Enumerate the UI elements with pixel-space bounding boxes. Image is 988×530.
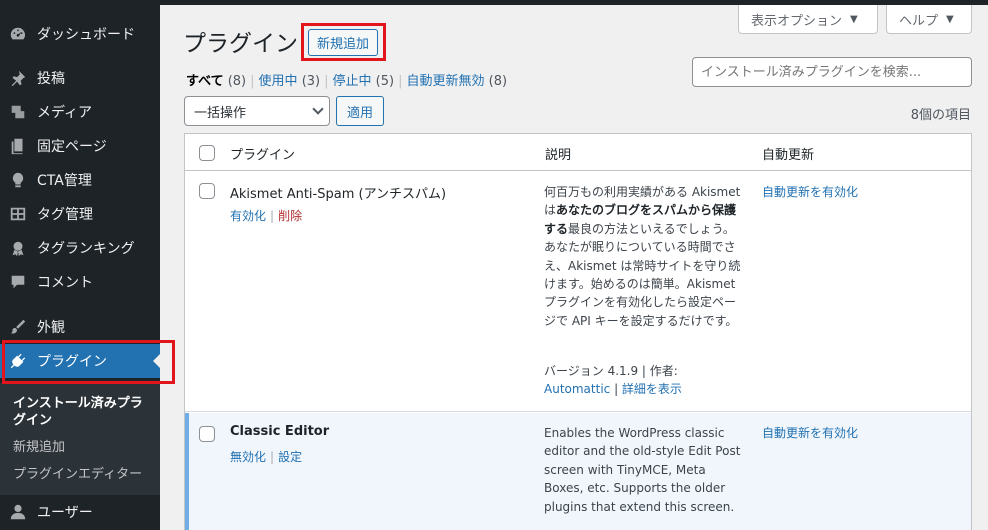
row-actions: 有効化 | 削除 bbox=[230, 207, 302, 224]
separator: | bbox=[250, 74, 255, 89]
status-filters: すべて (8) | 使用中 (3) | 停止中 (5) | 自動更新無効 (8) bbox=[186, 70, 507, 89]
table-row: Classic Editor 無効化 | 設定 Enables the WordPr… bbox=[185, 413, 971, 530]
separator: | bbox=[270, 450, 275, 464]
activate-link[interactable]: 有効化 bbox=[230, 209, 266, 223]
settings-link[interactable]: 設定 bbox=[278, 450, 302, 464]
brush-icon bbox=[8, 317, 28, 337]
page-title: プラグイン bbox=[183, 31, 298, 57]
comment-icon bbox=[8, 272, 28, 292]
row-checkbox[interactable] bbox=[199, 183, 215, 199]
author-link[interactable]: Automattic bbox=[544, 382, 610, 396]
enable-auto-update-link[interactable]: 自動更新を有効化 bbox=[762, 183, 858, 200]
user-icon bbox=[8, 502, 28, 522]
sidebar-item-label: ダッシュボード bbox=[37, 27, 135, 43]
sidebar-item-cta[interactable]: CTA管理 bbox=[0, 163, 160, 197]
active-indicator bbox=[153, 353, 161, 369]
sidebar-item-users[interactable]: ユーザー bbox=[0, 495, 160, 529]
filter-active[interactable]: 使用中 bbox=[259, 74, 298, 89]
sidebar-item-label: メディア bbox=[37, 105, 93, 121]
submenu-item-add-new[interactable]: 新規追加 bbox=[13, 439, 148, 456]
plugin-name: Classic Editor bbox=[230, 424, 330, 439]
sidebar-item-label: 固定ページ bbox=[37, 139, 107, 155]
sidebar-item-tag-ranking[interactable]: タグランキング bbox=[0, 231, 160, 265]
sidebar-item-label: コメント bbox=[37, 275, 93, 291]
plugin-description: 何百万もの利用実績がある Akismet はあなたのブログをスパムから保護する最… bbox=[544, 183, 744, 330]
apply-button[interactable]: 適用 bbox=[336, 96, 385, 126]
filter-count: (8) bbox=[488, 74, 508, 89]
description-text: 最良の方法といえるでしょう。あなたが眠りについている時間でさえ、Akismet … bbox=[544, 221, 741, 328]
sidebar-item-plugins[interactable]: プラグイン bbox=[0, 344, 161, 378]
plug-icon bbox=[8, 351, 28, 371]
filter-auto-update-disabled[interactable]: 自動更新無効 bbox=[406, 74, 484, 89]
sidebar-item-appearance[interactable]: 外観 bbox=[0, 310, 160, 344]
plugins-submenu: インストール済みプラグイン 新規追加 プラグインエディター bbox=[0, 383, 160, 495]
admin-sidebar: ダッシュボード 投稿 メディア 固定ページ CTA管理 タグ管理 タグランキング… bbox=[0, 5, 161, 530]
delete-link[interactable]: 削除 bbox=[278, 209, 302, 223]
sidebar-item-posts[interactable]: 投稿 bbox=[0, 61, 160, 95]
submenu-item-plugin-editor[interactable]: プラグインエディター bbox=[13, 466, 148, 483]
row-actions: 無効化 | 設定 bbox=[230, 448, 302, 465]
media-icon bbox=[8, 102, 28, 122]
sidebar-item-dashboard[interactable]: ダッシュボード bbox=[0, 17, 160, 51]
separator: | bbox=[270, 209, 275, 223]
help-button[interactable]: ヘルプ ▼ bbox=[886, 5, 972, 34]
help-label: ヘルプ bbox=[899, 13, 939, 29]
award-icon bbox=[8, 238, 28, 258]
plugin-meta: バージョン 4.1.9 | 作者: Automattic | 詳細を表示 bbox=[544, 362, 744, 399]
sidebar-item-pages[interactable]: 固定ページ bbox=[0, 129, 160, 163]
pin-icon bbox=[8, 68, 28, 88]
view-details-link[interactable]: 詳細を表示 bbox=[622, 382, 682, 396]
filter-count: (3) bbox=[301, 74, 321, 89]
sidebar-item-label: ユーザー bbox=[37, 505, 93, 521]
add-new-button[interactable]: 新規追加 bbox=[308, 29, 379, 56]
select-all-checkbox[interactable] bbox=[199, 145, 215, 161]
screen-options-label: 表示オプション bbox=[751, 13, 843, 29]
screen-options-button[interactable]: 表示オプション ▼ bbox=[738, 5, 878, 34]
sidebar-item-tags[interactable]: タグ管理 bbox=[0, 197, 160, 231]
submenu-item-installed-plugins[interactable]: インストール済みプラグイン bbox=[13, 395, 148, 429]
table-row: Akismet Anti-Spam (アンチスパム) 有効化 | 削除 何百万もの利… bbox=[185, 172, 971, 412]
page-icon bbox=[8, 136, 28, 156]
column-header-description: 説明 bbox=[545, 148, 572, 163]
sidebar-item-label: タグランキング bbox=[37, 241, 135, 257]
table-header: プラグイン 説明 自動更新 bbox=[185, 134, 971, 171]
column-header-plugin: プラグイン bbox=[230, 148, 296, 163]
deactivate-link[interactable]: 無効化 bbox=[230, 450, 266, 464]
filter-all[interactable]: すべて bbox=[186, 74, 224, 89]
caret-down-icon: ▼ bbox=[850, 13, 858, 25]
lightbulb-icon bbox=[8, 170, 28, 190]
sidebar-item-media[interactable]: メディア bbox=[0, 95, 160, 129]
item-count: 8個の項目 bbox=[910, 108, 971, 123]
plugin-name: Akismet Anti-Spam (アンチスパム) bbox=[230, 187, 447, 202]
plugins-table: プラグイン 説明 自動更新 Akismet Anti-Spam (アンチスパム)… bbox=[184, 133, 972, 530]
sidebar-item-label: 投稿 bbox=[37, 71, 65, 87]
chevron-down-icon bbox=[312, 103, 324, 115]
column-header-auto-update: 自動更新 bbox=[762, 148, 815, 163]
caret-down-icon: ▼ bbox=[946, 13, 954, 25]
sidebar-item-label: 外観 bbox=[37, 320, 65, 336]
grid-icon bbox=[8, 204, 28, 224]
bulk-action-value: 一括操作 bbox=[194, 105, 247, 121]
sidebar-item-comments[interactable]: コメント bbox=[0, 265, 160, 299]
sidebar-item-label: タグ管理 bbox=[37, 207, 93, 223]
version-text: バージョン 4.1.9 | 作者: bbox=[544, 364, 678, 378]
plugin-description: Enables the WordPress classic editor and… bbox=[544, 426, 741, 514]
sidebar-item-label: CTA管理 bbox=[37, 173, 92, 189]
separator: | bbox=[398, 74, 403, 89]
separator: | bbox=[324, 74, 329, 89]
row-checkbox[interactable] bbox=[199, 426, 215, 442]
plugin-search-input[interactable] bbox=[692, 57, 972, 87]
filter-inactive[interactable]: 停止中 bbox=[333, 74, 372, 89]
separator: | bbox=[610, 382, 622, 397]
bulk-action-select[interactable]: 一括操作 bbox=[184, 96, 330, 126]
dashboard-icon bbox=[8, 24, 28, 44]
sidebar-item-label: プラグイン bbox=[37, 354, 107, 370]
filter-count: (8) bbox=[227, 74, 247, 89]
enable-auto-update-link[interactable]: 自動更新を有効化 bbox=[762, 424, 858, 441]
filter-count: (5) bbox=[375, 74, 395, 89]
